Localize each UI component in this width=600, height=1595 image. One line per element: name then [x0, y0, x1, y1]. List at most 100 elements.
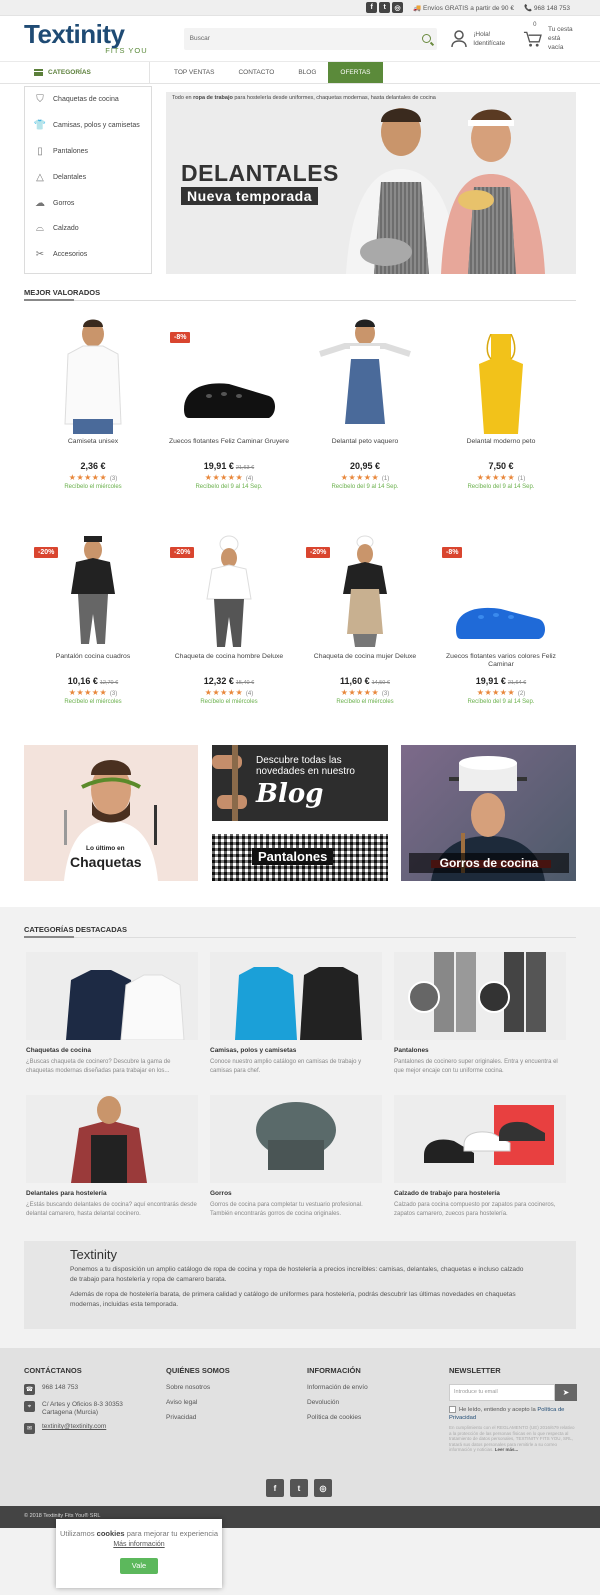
newsletter-send-button[interactable]: ➤ [555, 1384, 577, 1401]
consent-checkbox[interactable] [449, 1406, 456, 1413]
banner-chaquetas[interactable]: Lo último en Chaquetas [24, 745, 198, 881]
footer-link-devolucion[interactable]: Devolución [307, 1399, 368, 1406]
nav-contacto[interactable]: CONTACTO [226, 62, 286, 83]
product-card[interactable]: Delantal peto vaquero 20,95 € ★★★★★ (1) … [300, 319, 430, 490]
banner-blog[interactable]: Descubre todas las novedades en nuestro … [212, 745, 388, 821]
hands-image [212, 745, 247, 821]
cookie-banner: Utilizamos cookies para mejorar tu exper… [56, 1519, 222, 1588]
footer-link-privacidad[interactable]: Privacidad [166, 1414, 230, 1421]
hat-icon: ☁ [35, 197, 45, 209]
logo[interactable]: Textinity FITS YOU [24, 21, 148, 57]
hero-banner[interactable]: Todo en ropa de trabajo para hostelería … [166, 92, 576, 274]
nav-ofertas[interactable]: OFERTAS [328, 62, 383, 83]
product-card[interactable]: -8% Zuecos flotantes varios colores Feli… [436, 535, 566, 705]
instagram-icon[interactable]: ◎ [392, 2, 404, 13]
phone-icon: ☎ [24, 1384, 35, 1395]
rating-stars: ★★★★★ (1) [340, 473, 390, 482]
footer-twitter-icon[interactable]: t [290, 1479, 308, 1497]
banner-pantalones[interactable]: Pantalones [212, 834, 388, 881]
nav-blog[interactable]: BLOG [286, 62, 328, 83]
product-card[interactable]: -8% Zuecos flotantes Feliz Caminar Gruye… [164, 320, 294, 490]
menu-icon [34, 69, 43, 76]
cookie-more-info-link[interactable]: Más información [113, 1541, 164, 1548]
footer-link-sobre-nosotros[interactable]: Sobre nosotros [166, 1384, 230, 1391]
cart-link[interactable]: 0 Tu cesta está vacía [523, 22, 576, 52]
product-name[interactable]: Camiseta unisex [28, 438, 158, 458]
footer-email-link[interactable]: textinity@textinity.com [42, 1423, 106, 1431]
product-price: 20,95 € [349, 461, 381, 471]
main-nav: CATEGORÍAS TOP VENTAS CONTACTO BLOG OFER… [0, 62, 600, 84]
search-input[interactable]: Buscar [183, 27, 438, 50]
product-name[interactable]: Delantal moderno peto [436, 438, 566, 458]
sidemenu-item-accesorios[interactable]: ✂ Accesorios [25, 242, 151, 268]
shipping-info: 🚚 Envíos GRATIS a partir de 90 € [413, 4, 514, 12]
footer-link-cookies[interactable]: Política de cookies [307, 1414, 368, 1421]
search-icon[interactable] [422, 34, 432, 43]
footer-link-aviso-legal[interactable]: Aviso legal [166, 1399, 230, 1406]
account-link[interactable]: ¡Hola! Identifícate [451, 29, 505, 48]
product-name[interactable]: Zuecos flotantes Feliz Caminar Gruyere [164, 438, 294, 458]
category-sidemenu: ⛉ Chaquetas de cocina 👕 Camisas, polos y c… [24, 86, 152, 274]
banner-pantalones-title: Pantalones [252, 848, 334, 865]
about-paragraph-2: Además de ropa de hostelería barata, de … [70, 1291, 516, 1308]
footer-contact: CONTÁCTANOS ☎ 968 148 753 ⌖ C/ Artes y Ofi… [24, 1366, 154, 1440]
nav-top-ventas[interactable]: TOP VENTAS [162, 62, 226, 83]
product-image[interactable]: -20% [300, 535, 430, 653]
hero-title: DELANTALES [181, 160, 339, 186]
cookie-accept-button[interactable]: Vale [119, 1558, 159, 1574]
category-card-calzado[interactable]: Calzado de trabajo para hostelería Calza… [394, 1095, 566, 1218]
rating-stars: ★★★★★ (3) [340, 688, 390, 697]
footer-facebook-icon[interactable]: f [266, 1479, 284, 1497]
old-price: 12,70 € [99, 680, 119, 686]
product-image[interactable] [300, 319, 430, 438]
product-card[interactable]: Camiseta unisex 2,36 € ★★★★★ (3) Recíbel… [28, 319, 158, 490]
category-card-pantalones[interactable]: Pantalones Pantalones de cocinero super … [394, 952, 566, 1075]
category-image-camisas [210, 952, 382, 1040]
sidemenu-item-delantales[interactable]: △ Delantales [25, 164, 151, 190]
banner-gorros[interactable]: Gorros de cocina [401, 745, 576, 881]
review-count: (4) [245, 476, 254, 482]
product-price: 2,36 € [80, 461, 106, 471]
sidemenu-item-gorros[interactable]: ☁ Gorros [25, 190, 151, 216]
sidemenu-item-pantalones[interactable]: ▯ Pantalones [25, 139, 151, 165]
top-bar: f t ◎ 🚚 Envíos GRATIS a partir de 90 € 📞… [0, 0, 600, 16]
category-card-gorros[interactable]: Gorros Gorros de cocina para completar t… [210, 1095, 382, 1218]
apron-icon: △ [36, 171, 44, 183]
rating-stars: ★★★★★ (4) [204, 473, 254, 482]
product-name[interactable]: Chaqueta de cocina hombre Deluxe [164, 653, 294, 673]
product-image[interactable] [28, 319, 158, 438]
twitter-icon[interactable]: t [379, 2, 391, 13]
facebook-icon[interactable]: f [366, 2, 378, 13]
categories-toggle[interactable]: CATEGORÍAS [24, 62, 150, 83]
product-name[interactable]: Zuecos flotantes varios colores Feliz Ca… [436, 653, 566, 673]
product-image[interactable] [436, 320, 566, 438]
category-card-chaquetas[interactable]: Chaquetas de cocina ¿Buscas chaqueta de … [26, 952, 198, 1075]
legal-read-more[interactable]: Leer más... [495, 1447, 519, 1452]
product-image[interactable]: -20% [164, 535, 294, 653]
product-name[interactable]: Chaqueta de cocina mujer Deluxe [300, 653, 430, 673]
nav-items: TOP VENTAS CONTACTO BLOG OFERTAS [162, 62, 383, 83]
sidemenu-item-calzado[interactable]: ⌓ Calzado [25, 216, 151, 242]
product-card[interactable]: -20% Pantalón cocina cuadros 10,16 €12,7… [28, 535, 158, 705]
product-image[interactable]: -20% [28, 535, 158, 653]
sidemenu-item-chaquetas[interactable]: ⛉ Chaquetas de cocina [25, 87, 151, 113]
newsletter-email-input[interactable]: Introduce tu email [449, 1384, 555, 1401]
product-card[interactable]: -20% Chaqueta de cocina mujer Deluxe 11,… [300, 535, 430, 705]
footer-instagram-icon[interactable]: ◎ [314, 1479, 332, 1497]
product-name[interactable]: Delantal peto vaquero [300, 438, 430, 458]
newsletter-legal: En cumplimiento con el REGLAMENTO (UE) 2… [449, 1425, 575, 1453]
footer-link-envio[interactable]: Información de envío [307, 1384, 368, 1391]
hero-intro: Todo en ropa de trabajo para hostelería … [172, 95, 436, 101]
review-count: (2) [517, 691, 526, 697]
product-card[interactable]: Delantal moderno peto 7,50 € ★★★★★ (1) R… [436, 320, 566, 490]
category-card-delantales[interactable]: Delantales para hostelería ¿Estás buscan… [26, 1095, 198, 1218]
product-card[interactable]: -20% Chaqueta de cocina hombre Deluxe 12… [164, 535, 294, 705]
product-image[interactable]: -8% [164, 320, 294, 438]
sidemenu-item-camisas[interactable]: 👕 Camisas, polos y camisetas [25, 113, 151, 139]
category-card-camisas[interactable]: Camisas, polos y camisetas Conoce nuestr… [210, 952, 382, 1075]
product-name[interactable]: Pantalón cocina cuadros [28, 653, 158, 673]
product-image[interactable]: -8% [436, 535, 566, 653]
banner-chaquetas-pre: Lo último en [86, 845, 125, 852]
category-image-chaquetas [26, 952, 198, 1040]
review-count: (3) [109, 476, 118, 482]
